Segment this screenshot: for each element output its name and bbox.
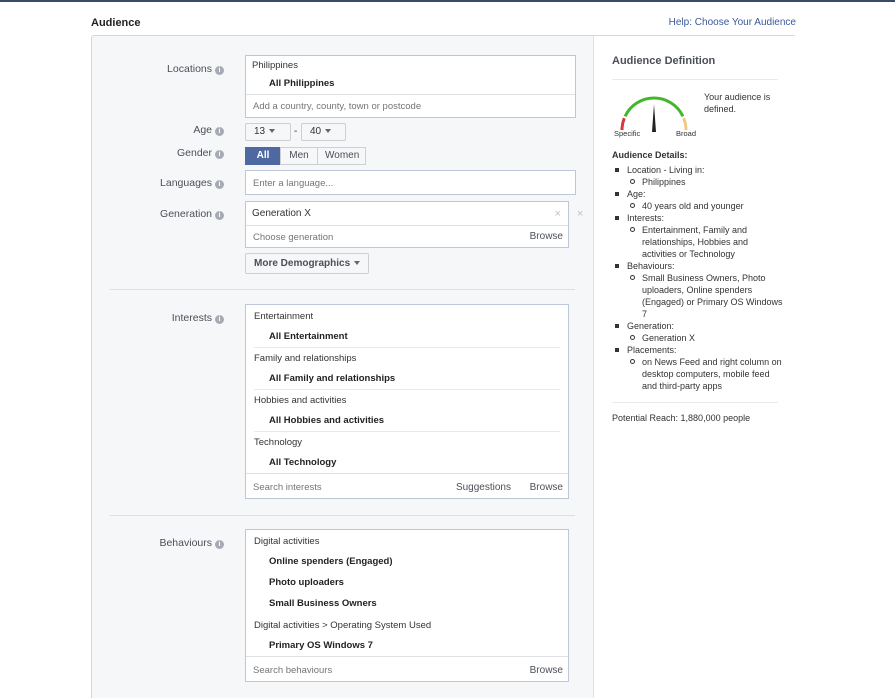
language-input[interactable] [253,176,563,190]
chevron-down-icon [354,261,361,265]
interest-item[interactable]: All Technology [269,457,336,468]
divider [110,515,575,516]
remove-generation-icon[interactable]: × [555,208,561,220]
potential-reach: Potential Reach: 1,880,000 people [612,413,751,423]
detail-value: 40 years old and younger [612,200,784,212]
behaviour-category: Digital activities > Operating System Us… [254,620,432,631]
definition-title: Audience Definition [612,55,716,67]
behaviour-item[interactable]: Photo uploaders [269,577,344,588]
interests-browse-link[interactable]: Browse [530,482,563,493]
info-icon[interactable]: i [215,180,224,189]
detail-label: Age: [612,188,784,200]
interest-category: Entertainment [254,311,314,322]
gauge-needle [652,104,656,132]
behaviour-item[interactable]: Online spenders (Engaged) [269,556,393,567]
gender-men-button[interactable]: Men [280,147,318,165]
divider [110,289,575,290]
info-icon[interactable]: i [215,315,224,324]
interests-search-input[interactable] [253,480,443,494]
detail-label: Location - Living in: [612,164,784,176]
divider [612,79,778,80]
info-icon[interactable]: i [215,66,224,75]
behaviour-item[interactable]: Primary OS Windows 7 [269,640,373,651]
languages-label: Languages i [92,177,224,189]
locations-box: Philippines All Philippines [245,55,576,118]
info-icon[interactable]: i [215,127,224,136]
chevron-down-icon [325,129,332,133]
age-min-select[interactable]: 13 [245,123,291,141]
gender-all-button[interactable]: All [245,147,281,165]
behaviours-search-input[interactable] [253,663,503,677]
age-max-select[interactable]: 40 [301,123,346,141]
help-link[interactable]: Help: Choose Your Audience [669,17,796,28]
info-icon[interactable]: i [215,150,224,159]
top-bar [0,0,895,2]
audience-details-list: Location - Living in: Philippines Age: 40 y… [612,164,784,392]
audience-form: Locations i Philippines All Philippines A… [92,36,594,698]
section-title: Audience [91,17,141,29]
gender-women-button[interactable]: Women [317,147,366,165]
gauge-specific-label: Specific [614,129,641,138]
detail-label: Generation: [612,320,784,332]
interests-label: Interests i [92,312,224,324]
age-separator: - [294,126,298,137]
audience-panel: Locations i Philippines All Philippines A… [91,35,796,698]
generation-label: Generation i [92,208,224,220]
interest-category: Family and relationships [254,353,357,364]
audience-definition: Audience Definition Specific Broad Your … [594,36,796,698]
suggestions-link[interactable]: Suggestions [456,482,511,493]
locations-label: Locations i [92,63,224,75]
behaviours-label: Behaviours i [92,537,224,549]
generation-value: Generation X [252,208,311,219]
interests-box: Entertainment All Entertainment Family a… [245,304,569,499]
interest-item[interactable]: All Entertainment [269,331,348,342]
detail-value: Entertainment, Family and relationships,… [612,224,784,260]
gauge-broad-label: Broad [676,129,697,138]
interest-category: Hobbies and activities [254,395,347,406]
generation-box: Generation X × Browse [245,201,569,248]
info-icon[interactable]: i [215,540,224,549]
detail-value: Small Business Owners, Photo uploaders, … [612,272,784,320]
info-icon[interactable]: i [215,211,224,220]
behaviours-box: Digital activities Online spenders (Enga… [245,529,569,682]
generation-search-input[interactable] [253,230,503,244]
details-title: Audience Details: [612,150,688,160]
detail-value: Philippines [612,176,784,188]
divider [612,402,778,403]
behaviour-category: Digital activities [254,536,320,547]
languages-box [245,170,576,195]
generation-browse-link[interactable]: Browse [530,231,563,242]
more-demographics-button[interactable]: More Demographics [245,253,370,274]
detail-value: Generation X [612,332,784,344]
interest-item[interactable]: All Family and relationships [269,373,395,384]
location-country: Philippines [252,60,298,71]
close-icon[interactable]: × [577,208,583,220]
location-search-input[interactable] [253,99,563,113]
interest-item[interactable]: All Hobbies and activities [269,415,384,426]
gender-label: Gender i [92,147,224,159]
interest-category: Technology [254,437,303,448]
chevron-down-icon [269,129,276,133]
detail-label: Placements: [612,344,784,356]
location-item[interactable]: All Philippines [269,78,334,89]
behaviours-browse-link[interactable]: Browse [530,665,563,676]
age-label: Age i [92,124,224,136]
gauge-status-text: Your audience is defined. [704,92,771,114]
detail-label: Interests: [612,212,784,224]
detail-label: Behaviours: [612,260,784,272]
behaviour-item[interactable]: Small Business Owners [269,598,377,609]
detail-value: on News Feed and right column on desktop… [612,356,784,392]
